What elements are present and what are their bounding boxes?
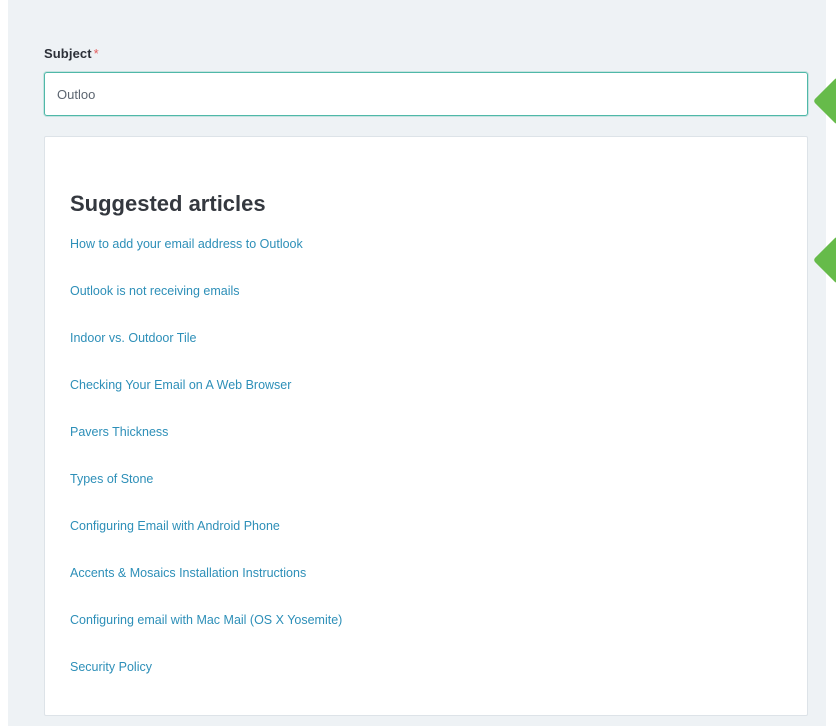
list-item: Types of Stone (70, 469, 342, 516)
article-link[interactable]: Types of Stone (70, 472, 153, 486)
suggested-articles-list: How to add your email address to Outlook… (70, 234, 342, 704)
article-link[interactable]: Accents & Mosaics Installation Instructi… (70, 566, 306, 580)
list-item: Security Policy (70, 657, 342, 704)
list-item: Pavers Thickness (70, 422, 342, 469)
list-item: Accents & Mosaics Installation Instructi… (70, 563, 342, 610)
article-link[interactable]: Pavers Thickness (70, 425, 168, 439)
article-link[interactable]: Indoor vs. Outdoor Tile (70, 331, 196, 345)
list-item: Outlook is not receiving emails (70, 281, 342, 328)
suggested-articles-panel: Suggested articles How to add your email… (44, 136, 808, 716)
suggested-articles-title: Suggested articles (70, 191, 266, 216)
list-item: How to add your email address to Outlook (70, 234, 342, 281)
article-link[interactable]: Configuring Email with Android Phone (70, 519, 280, 533)
list-item: Configuring Email with Android Phone (70, 516, 342, 563)
article-link[interactable]: Security Policy (70, 660, 152, 674)
list-item: Configuring email with Mac Mail (OS X Yo… (70, 610, 342, 657)
list-item: Checking Your Email on A Web Browser (70, 375, 342, 422)
article-link[interactable]: Checking Your Email on A Web Browser (70, 378, 291, 392)
article-link[interactable]: Outlook is not receiving emails (70, 284, 240, 298)
list-item: Indoor vs. Outdoor Tile (70, 328, 342, 375)
subject-label-text: Subject (44, 46, 92, 61)
subject-label: Subject * (44, 46, 99, 61)
subject-input[interactable] (44, 72, 808, 116)
article-link[interactable]: Configuring email with Mac Mail (OS X Yo… (70, 613, 342, 627)
article-link[interactable]: How to add your email address to Outlook (70, 237, 303, 251)
required-marker: * (93, 46, 99, 61)
